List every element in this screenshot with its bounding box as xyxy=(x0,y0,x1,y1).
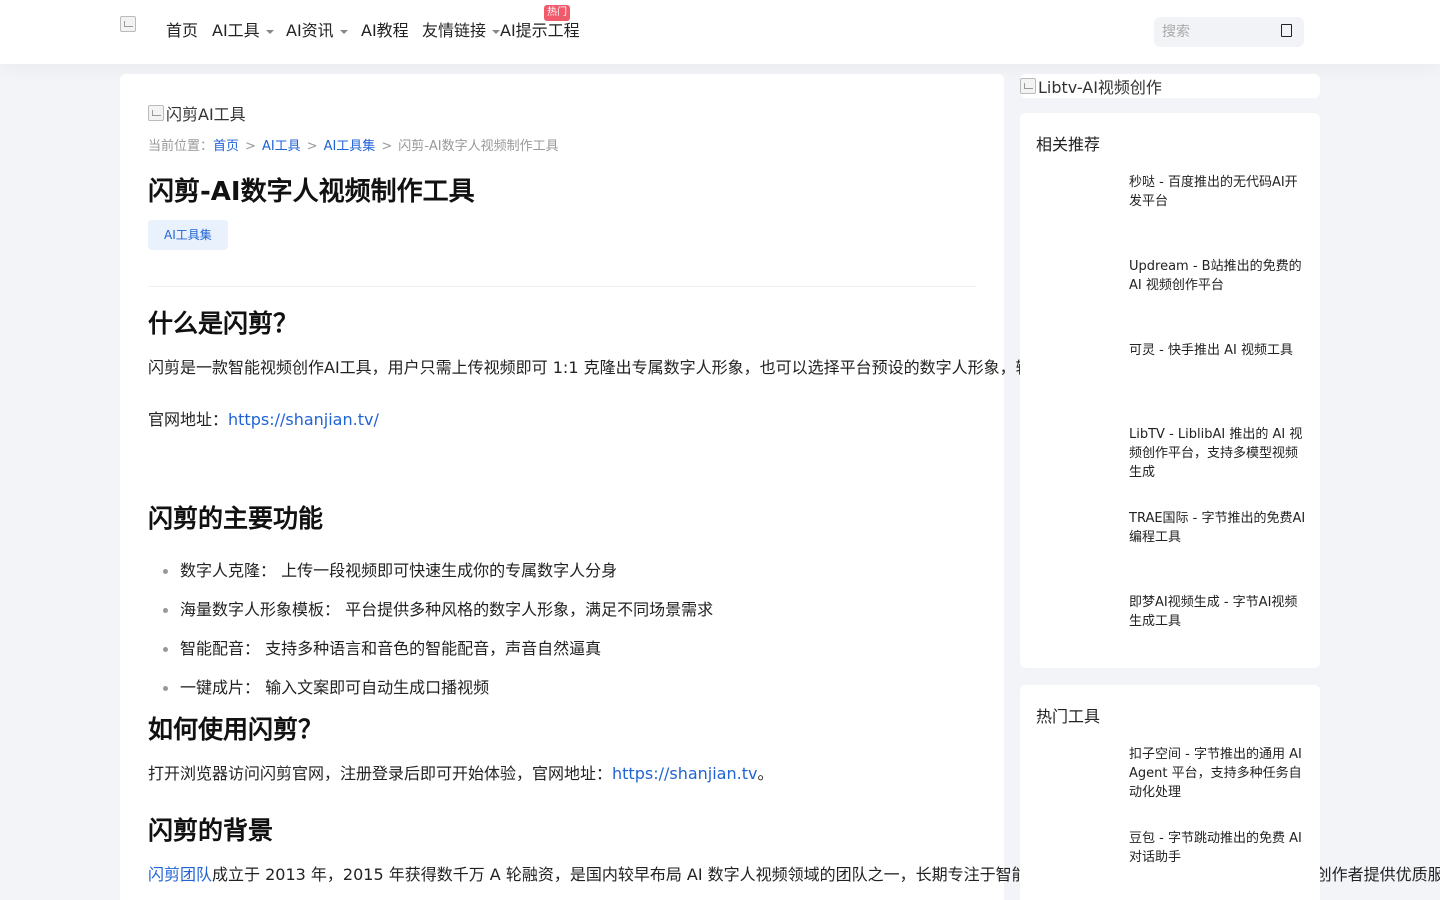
page-title: 闪剪-AI数字人视频制作工具 xyxy=(148,177,475,207)
how-to-use-paragraph: 打开浏览器访问闪剪官网，注册登录后即可开始体验，官网地址：https://sha… xyxy=(148,761,976,787)
official-site-label: 官网地址： xyxy=(148,410,229,429)
recommended-item[interactable]: 可灵 - 快手推出 AI 视频工具 xyxy=(1129,341,1309,360)
thumbnail[interactable] xyxy=(1036,829,1116,889)
popular-title: 热门工具 xyxy=(1036,707,1101,726)
sidebar-ad-image: Libtv-AI视频创作 xyxy=(1020,74,1320,98)
how-to-use-suffix: 。 xyxy=(757,764,774,783)
thumbnail[interactable] xyxy=(1036,509,1116,569)
article-content: 闪剪AI工具 当前位置：首页 > AI工具 > AI工具集 > 闪剪-AI数字人视频制作工具… xyxy=(148,102,1440,888)
recommended-item[interactable]: 即梦AI视频生成 - 字节AI视频生成工具 xyxy=(1129,593,1309,631)
nav-ai-news[interactable]: AI资讯 xyxy=(286,20,348,42)
hot-badge: 热门 xyxy=(544,5,570,21)
nav-ai-tutorials-label: AI教程 xyxy=(361,21,409,40)
thumbnail[interactable] xyxy=(1036,593,1116,653)
nav-friend-links[interactable]: 友情链接 xyxy=(422,20,501,42)
top-navbar: 首页 AI工具 AI资讯 AI教程 友情链接 AI提示工程 热门 xyxy=(0,0,1440,64)
site-logo-broken-image-icon[interactable] xyxy=(120,16,136,32)
thumbnail[interactable] xyxy=(1036,173,1116,233)
nav-ai-tools[interactable]: AI工具 xyxy=(212,20,274,42)
recommended-card: 相关推荐 秒哒 - 百度推出的无代码AI开发平台 Updream - B站推出的… xyxy=(1020,113,1320,668)
search-input[interactable] xyxy=(1154,17,1274,47)
article-header-image: 闪剪AI工具 xyxy=(148,102,976,124)
thumbnail[interactable] xyxy=(1036,745,1116,805)
nav-friend-links-label: 友情链接 xyxy=(422,21,487,40)
breadcrumb-current: 闪剪-AI数字人视频制作工具 xyxy=(398,139,559,154)
recommended-item[interactable]: 秒哒 - 百度推出的无代码AI开发平台 xyxy=(1129,173,1309,211)
list-item: 一键成片： 输入文案即可自动生成口播视频 xyxy=(148,675,976,701)
nav-home[interactable]: 首页 xyxy=(166,20,198,42)
section-heading-background: 闪剪的背景 xyxy=(148,816,274,845)
divider xyxy=(148,286,976,287)
recommended-item[interactable]: Updream - B站推出的免费的 AI 视频创作平台 xyxy=(1129,257,1309,295)
list-item: 海量数字人形象模板： 平台提供多种风格的数字人形象，满足不同场景需求 xyxy=(148,597,976,623)
breadcrumb-separator: > xyxy=(245,139,256,154)
section-heading-what-is: 什么是闪剪？ xyxy=(148,309,299,338)
recommended-title: 相关推荐 xyxy=(1036,135,1101,154)
breadcrumb-separator: > xyxy=(381,139,393,154)
how-to-use-text: 打开浏览器访问闪剪官网，注册登录后即可开始体验，官网地址： xyxy=(148,764,613,783)
nav-ai-news-label: AI资讯 xyxy=(286,21,334,40)
list-item: 数字人克隆： 上传一段视频即可快速生成你的专属数字人分身 xyxy=(148,558,976,584)
nav-ai-tools-label: AI工具 xyxy=(212,21,260,40)
search-box xyxy=(1154,17,1304,47)
breadcrumb: 当前位置：首页 > AI工具 > AI工具集 > 闪剪-AI数字人视频制作工具 xyxy=(148,138,976,156)
nav-ai-prompt[interactable]: AI提示工程 xyxy=(500,20,580,42)
nav-home-label: 首页 xyxy=(166,21,199,40)
chevron-down-icon xyxy=(492,29,501,34)
sidebar-ad[interactable]: Libtv-AI视频创作 xyxy=(1020,74,1320,98)
broken-image-icon xyxy=(148,105,164,121)
sidebar-ad-alt: Libtv-AI视频创作 xyxy=(1038,78,1162,97)
official-site-link[interactable]: https://shanjian.tv/ xyxy=(228,410,379,429)
thumbnail[interactable] xyxy=(1036,425,1116,485)
how-to-use-link[interactable]: https://shanjian.tv xyxy=(612,764,757,783)
official-site-paragraph: 官网地址：https://shanjian.tv/ xyxy=(148,407,976,433)
category-tag[interactable]: AI工具集 xyxy=(148,220,228,250)
popular-item[interactable]: 扣子空间 - 字节推出的通用 AI Agent 平台，支持多种任务自动化处理 xyxy=(1129,745,1309,802)
team-link[interactable]: 闪剪团队 xyxy=(148,865,212,884)
intro-paragraph: 闪剪是一款智能视频创作AI工具，用户只需上传视频即可 1:1 克隆出专属数字人形… xyxy=(148,358,1320,377)
chevron-down-icon xyxy=(339,29,348,34)
search-icon[interactable] xyxy=(1281,24,1292,37)
thumbnail[interactable] xyxy=(1036,257,1116,317)
chevron-down-icon xyxy=(265,29,274,34)
popular-card: 热门工具 扣子空间 - 字节推出的通用 AI Agent 平台，支持多种任务自动… xyxy=(1020,685,1320,900)
nav-ai-prompt-label: AI提示工程 xyxy=(500,21,580,40)
recommended-item[interactable]: TRAE国际 - 字节推出的免费AI编程工具 xyxy=(1129,509,1309,547)
article-header-image-alt: 闪剪AI工具 xyxy=(166,105,246,124)
feature-list: 数字人克隆： 上传一段视频即可快速生成你的专属数字人分身 海量数字人形象模板： … xyxy=(148,558,976,701)
breadcrumb-home-link[interactable]: 首页 xyxy=(213,139,239,154)
breadcrumb-ai-toolset-link[interactable]: AI工具集 xyxy=(324,139,376,154)
broken-image-icon xyxy=(1020,78,1036,94)
nav-ai-tutorials[interactable]: AI教程 xyxy=(361,20,409,42)
background-paragraph: 闪剪团队成立于 2013 年，2015 年获得数千万 A 轮融资，是国内较早布局… xyxy=(148,862,1440,888)
breadcrumb-prefix: 当前位置： xyxy=(148,139,214,154)
thumbnail[interactable] xyxy=(1036,341,1116,401)
list-item: 智能配音： 支持多种语言和音色的智能配音，声音自然逼真 xyxy=(148,636,976,662)
breadcrumb-ai-tools-link[interactable]: AI工具 xyxy=(262,139,301,154)
breadcrumb-separator: > xyxy=(306,139,318,154)
popular-item[interactable]: 豆包 - 字节跳动推出的免费 AI 对话助手 xyxy=(1129,829,1309,867)
section-heading-features: 闪剪的主要功能 xyxy=(148,504,324,533)
recommended-item[interactable]: LibTV - LiblibAI 推出的 AI 视频创作平台，支持多模型视频生成 xyxy=(1129,425,1309,482)
section-heading-how-to-use: 如何使用闪剪？ xyxy=(148,715,324,744)
article-card: 闪剪AI工具 当前位置：首页 > AI工具 > AI工具集 > 闪剪-AI数字人视频制作工具… xyxy=(120,74,1440,900)
